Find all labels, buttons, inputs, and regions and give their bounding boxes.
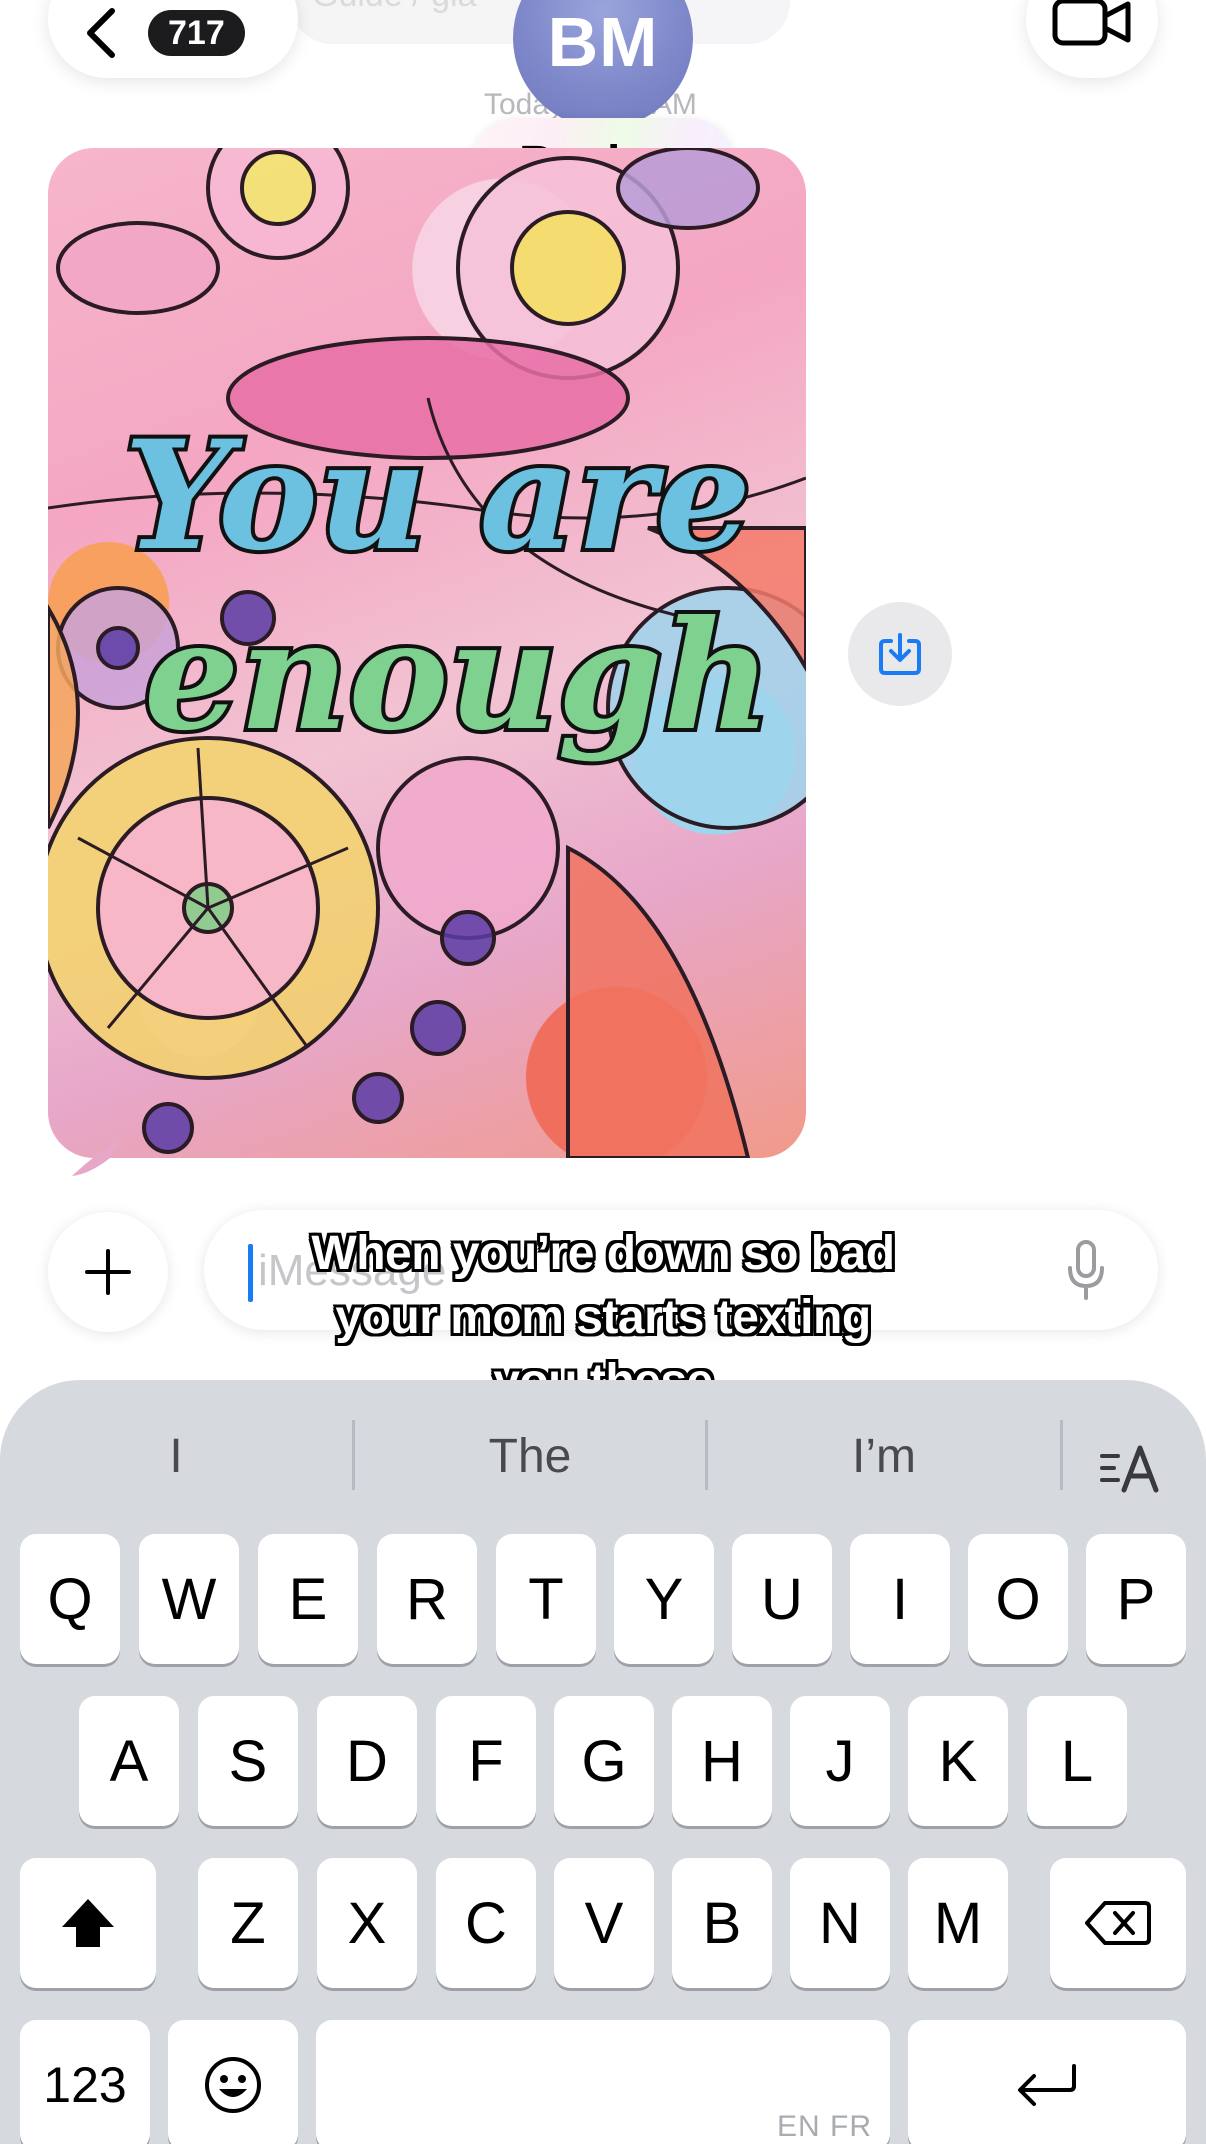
video-camera-icon	[1052, 0, 1131, 46]
numbers-key[interactable]: 123	[20, 2020, 150, 2144]
key-i[interactable]: I	[850, 1534, 950, 1664]
image-text-line1: You are	[124, 408, 751, 584]
key-m[interactable]: M	[908, 1858, 1008, 1988]
avatar-initials: BM	[547, 3, 659, 81]
key-o[interactable]: O	[968, 1534, 1068, 1664]
suggestion-2[interactable]: The	[355, 1408, 705, 1504]
key-l[interactable]: L	[1027, 1696, 1127, 1826]
key-q[interactable]: Q	[20, 1534, 120, 1664]
key-f[interactable]: F	[436, 1696, 536, 1826]
shift-icon	[62, 1899, 114, 1947]
plus-icon	[85, 1249, 131, 1295]
key-p[interactable]: P	[1086, 1534, 1186, 1664]
format-text-icon[interactable]	[1100, 1442, 1164, 1494]
key-j[interactable]: J	[790, 1696, 890, 1826]
return-key[interactable]	[908, 2020, 1186, 2144]
back-chevron-icon	[87, 8, 115, 58]
image-text-line2: enough	[144, 588, 772, 764]
caption-line1: When you’re down so bad	[311, 1227, 895, 1280]
space-key[interactable]: EN FR	[316, 2020, 890, 2144]
back-button[interactable]: 717	[48, 0, 298, 78]
key-u[interactable]: U	[732, 1534, 832, 1664]
delete-key[interactable]	[1050, 1858, 1186, 1988]
key-e[interactable]: E	[258, 1534, 358, 1664]
save-download-icon	[879, 633, 921, 675]
delete-icon	[1085, 1901, 1151, 1945]
key-h[interactable]: H	[672, 1696, 772, 1826]
key-r[interactable]: R	[377, 1534, 477, 1664]
key-b[interactable]: B	[672, 1858, 772, 1988]
emoji-key[interactable]	[168, 2020, 298, 2144]
search-placeholder: Guide / gla	[312, 0, 476, 15]
apps-plus-button[interactable]	[48, 1212, 168, 1332]
key-w[interactable]: W	[139, 1534, 239, 1664]
suggestion-1[interactable]: I	[0, 1408, 352, 1504]
coloring-page-image: You are enough	[48, 148, 806, 1158]
emoji-icon	[205, 2057, 261, 2113]
key-n[interactable]: N	[790, 1858, 890, 1988]
key-g[interactable]: G	[554, 1696, 654, 1826]
key-z[interactable]: Z	[198, 1858, 298, 1988]
key-k[interactable]: K	[908, 1696, 1008, 1826]
key-d[interactable]: D	[317, 1696, 417, 1826]
key-a[interactable]: A	[79, 1696, 179, 1826]
caption-line2: your mom starts texting	[335, 1291, 871, 1344]
unread-count-badge: 717	[148, 10, 245, 56]
bubble-tail	[72, 1140, 120, 1176]
key-v[interactable]: V	[554, 1858, 654, 1988]
key-c[interactable]: C	[436, 1858, 536, 1988]
key-t[interactable]: T	[496, 1534, 596, 1664]
save-image-button[interactable]	[848, 602, 952, 706]
image-message[interactable]: You are enough	[48, 148, 806, 1158]
shift-key[interactable]	[20, 1858, 156, 1988]
facetime-video-button[interactable]	[1026, 0, 1158, 78]
microphone-icon[interactable]	[1066, 1240, 1106, 1300]
key-x[interactable]: X	[317, 1858, 417, 1988]
keyboard: I The I’m Q W E R T Y U I O P A S D F G …	[0, 1380, 1206, 2144]
keyboard-languages: EN FR	[777, 2110, 872, 2143]
suggestion-divider	[1060, 1420, 1063, 1490]
predictive-bar: I The I’m	[0, 1408, 1206, 1504]
key-y[interactable]: Y	[614, 1534, 714, 1664]
key-s[interactable]: S	[198, 1696, 298, 1826]
suggestion-3[interactable]: I’m	[708, 1408, 1060, 1504]
return-icon	[1018, 2064, 1076, 2106]
